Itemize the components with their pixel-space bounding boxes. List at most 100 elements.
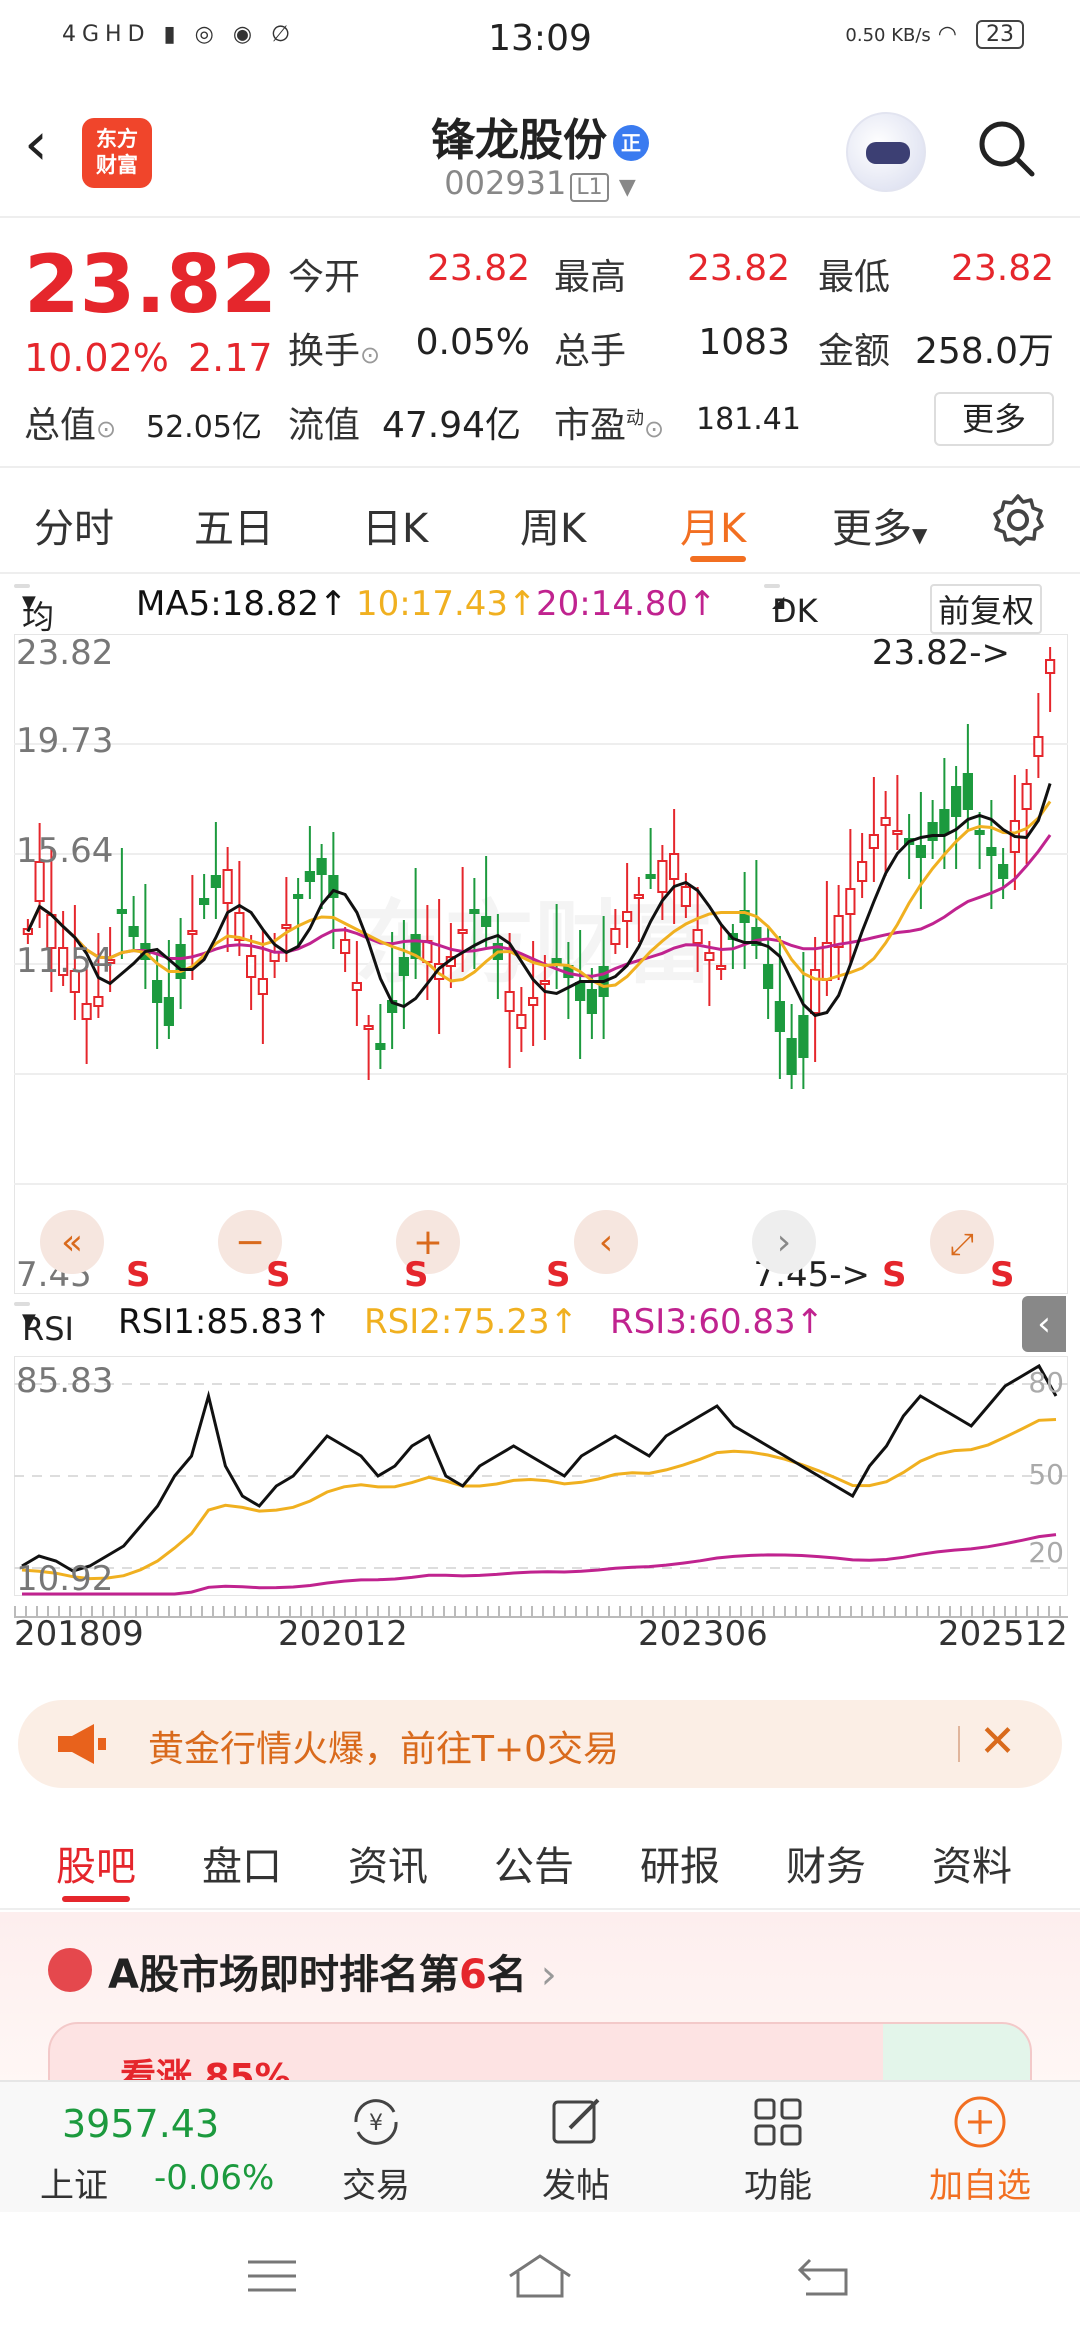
candle-body	[1021, 783, 1032, 810]
info-icon[interactable]: ⊙	[96, 415, 116, 443]
tab-orderbook[interactable]: 盘口	[202, 1834, 282, 1892]
add-watchlist-button[interactable]: 加自选	[910, 2092, 1050, 2212]
system-nav-bar	[0, 2212, 1080, 2340]
candle-body	[81, 1003, 92, 1020]
signal-s: S	[404, 1255, 429, 1294]
pe-value: 181.41	[696, 402, 801, 437]
rank-section[interactable]: A股市场即时排名第6名 › 看涨 85%	[0, 1912, 1080, 2092]
zoom-out-glyph: −	[235, 1222, 265, 1263]
megaphone-icon	[58, 1724, 106, 1764]
kline-chart[interactable]: 东方财富 23.82 19.73 15.64 11.54 7.45 23.82-…	[14, 634, 1068, 1294]
sub-tab-underline	[62, 1896, 130, 1902]
candle-body	[539, 980, 550, 985]
rsi-right-tick: 80	[1028, 1366, 1064, 1399]
info-icon[interactable]: ⊙	[360, 341, 380, 369]
x-tick: 202306	[638, 1614, 768, 1654]
tab-weekly-k[interactable]: 周K	[520, 496, 586, 554]
bottom-toolbar: 3957.43 上证 -0.06% ¥ 交易 发帖 功能 加自选	[0, 2080, 1080, 2212]
y-tick: 11.54	[16, 941, 113, 981]
rsi-right-tick: 50	[1028, 1458, 1064, 1491]
index-name[interactable]: 上证	[40, 2158, 108, 2207]
level-badge: L1	[570, 173, 609, 202]
candle-body	[939, 809, 950, 834]
tab-more[interactable]: 更多▼	[832, 496, 927, 554]
adjust-button[interactable]: 前复权	[930, 584, 1043, 634]
signal-s: S	[990, 1255, 1015, 1294]
ma10-value: 10:17.43↑	[356, 584, 537, 624]
rsi-selector[interactable]: RSI ▼	[14, 1302, 74, 1348]
candle-body	[962, 773, 973, 810]
ma-selector[interactable]: 均线▼	[14, 584, 54, 682]
caret-icon: ◢	[772, 592, 785, 611]
candle-body	[199, 898, 210, 905]
candle-body	[786, 1038, 797, 1075]
functions-label: 功能	[744, 2166, 812, 2206]
plus-circle-icon	[954, 2096, 1006, 2148]
home-icon[interactable]	[506, 2252, 574, 2300]
back-nav-icon[interactable]	[796, 2256, 852, 2298]
x-axis: 201809 202012 202306 202512	[0, 1606, 1080, 1666]
candle-body	[1033, 736, 1044, 757]
collapse-icon[interactable]: ‹	[1022, 1296, 1066, 1352]
low-value: 23.82	[950, 248, 1054, 289]
promo-banner[interactable]: 黄金行情火爆，前往T+0交易 ✕	[18, 1700, 1062, 1788]
signal-s: S	[546, 1255, 571, 1294]
tab-finance[interactable]: 财务	[786, 1834, 866, 1892]
tab-profile[interactable]: 资料	[932, 1834, 1012, 1892]
bar-chart-icon	[48, 1948, 92, 1992]
candle-body	[93, 996, 104, 1007]
candle-body	[763, 964, 774, 989]
candle-body	[986, 847, 997, 856]
index-pct[interactable]: -0.06%	[154, 2158, 274, 2198]
mcap-value: 52.05亿	[146, 410, 262, 445]
info-icon[interactable]: ⊙	[644, 415, 664, 443]
tab-forum[interactable]: 股吧	[56, 1834, 136, 1892]
tab-news[interactable]: 资讯	[348, 1834, 428, 1892]
rsi-legend: RSI ▼ RSI1:85.83↑ RSI2:75.23↑ RSI3:60.83↑…	[0, 1296, 1080, 1352]
index-value[interactable]: 3957.43	[62, 2102, 219, 2146]
trade-button[interactable]: ¥ 交易	[306, 2092, 446, 2212]
tab-monthly-k[interactable]: 月K	[680, 496, 746, 554]
tab-five-day[interactable]: 五日	[194, 496, 274, 554]
assistant-robot-icon[interactable]	[846, 112, 926, 192]
tab-daily-k[interactable]: 日K	[362, 496, 428, 554]
candle-body	[669, 853, 680, 880]
grid-icon	[754, 2098, 802, 2146]
post-button[interactable]: 发帖	[506, 2092, 646, 2212]
quote-panel: 23.82 10.02% 2.17 今开 23.82 最高 23.82 最低 2…	[0, 218, 1080, 468]
low-label: 最低	[818, 257, 891, 298]
caret-down-icon: ▼	[912, 523, 928, 547]
candle-body	[915, 845, 926, 858]
ma20-value: 20:14.80↑	[536, 584, 717, 624]
candle-body	[633, 894, 644, 899]
signal-s: S	[126, 1255, 151, 1294]
search-icon[interactable]	[976, 118, 1036, 178]
volume-label: 总手	[554, 331, 627, 372]
y-tick: 19.73	[16, 721, 113, 761]
turnover-label-text: 换手	[288, 331, 361, 372]
stock-code-text: 002931	[444, 164, 567, 202]
close-icon[interactable]: ✕	[979, 1716, 1016, 1767]
mcap-label-text: 总值	[24, 405, 97, 446]
volume-value: 1083	[698, 322, 790, 363]
dk-button[interactable]: DK点◢	[764, 584, 818, 674]
svg-text:¥: ¥	[369, 2111, 383, 2136]
functions-button[interactable]: 功能	[708, 2092, 848, 2212]
candle-body	[774, 1001, 785, 1032]
candle-body	[398, 957, 409, 976]
rsi-chart[interactable]: 85.83 10.92 80 50 20	[14, 1356, 1068, 1596]
open-value: 23.82	[426, 248, 530, 289]
x-axis-ticks	[14, 1606, 1068, 1618]
menu-icon[interactable]	[244, 2256, 300, 2296]
gear-icon[interactable]	[990, 492, 1046, 548]
tab-announcements[interactable]: 公告	[494, 1834, 574, 1892]
pe-sup: 动	[626, 408, 645, 429]
candle-body	[504, 991, 515, 1012]
rsi-right-tick: 20	[1028, 1536, 1064, 1569]
more-button[interactable]: 更多	[934, 392, 1054, 446]
tab-research[interactable]: 研报	[640, 1834, 720, 1892]
pct-change: 10.02%	[24, 336, 169, 380]
candle-body	[692, 929, 703, 944]
rank-suffix: 名	[486, 1952, 527, 1998]
tab-intraday[interactable]: 分时	[34, 496, 114, 554]
